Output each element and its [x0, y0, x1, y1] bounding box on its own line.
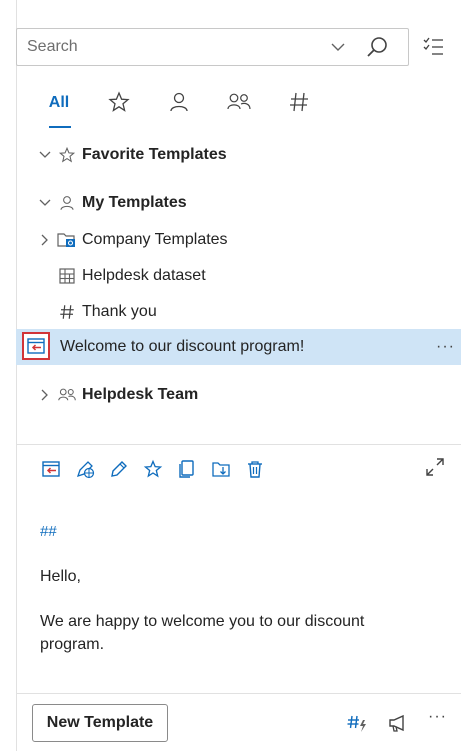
move-button[interactable] [210, 458, 232, 480]
star-icon [56, 144, 78, 166]
copy-button[interactable] [176, 458, 198, 480]
share-edit-button[interactable] [74, 458, 96, 480]
edit-icon [111, 461, 127, 477]
search-icon[interactable] [365, 34, 391, 60]
insert-button[interactable] [40, 458, 62, 480]
search-box[interactable] [16, 28, 409, 66]
item-label: Company Templates [82, 231, 228, 248]
person-icon [170, 92, 188, 112]
star-icon [108, 91, 130, 112]
expand-icon[interactable] [424, 456, 446, 478]
tab-all[interactable]: All [46, 84, 72, 130]
chevron-right-icon[interactable] [34, 377, 56, 413]
people-icon [56, 384, 78, 406]
insert-template-icon [27, 338, 45, 354]
template-toolbar [40, 455, 278, 483]
tab-favorites[interactable] [106, 84, 132, 130]
favorite-icon [143, 459, 163, 478]
favorite-button[interactable] [142, 458, 164, 480]
delete-icon [248, 461, 262, 478]
person-icon [56, 192, 78, 214]
template-preview: ## Hello, We are happy to welcome you to… [40, 520, 420, 656]
table-icon [56, 265, 78, 287]
favorite-templates-group[interactable]: Favorite Templates [16, 137, 461, 173]
group-label: Helpdesk Team [82, 386, 199, 403]
preview-hashtags: ## [40, 523, 57, 540]
insert-icon [42, 461, 60, 477]
more-options-button[interactable]: ··· [436, 329, 455, 365]
preview-greeting: Hello, [40, 568, 81, 585]
divider [16, 444, 461, 445]
tab-team-templates[interactable] [226, 84, 252, 130]
preview-body: We are happy to welcome you to our disco… [40, 613, 365, 653]
chevron-right-icon[interactable] [34, 222, 56, 258]
hash-icon [290, 92, 308, 112]
divider [16, 693, 461, 694]
folder-company-templates[interactable]: Company Templates [16, 222, 461, 258]
hash-icon [56, 301, 78, 323]
megaphone-icon[interactable] [386, 712, 408, 734]
template-thank-you[interactable]: Thank you [16, 294, 461, 330]
delete-button[interactable] [244, 458, 266, 480]
item-label: Welcome to our discount program! [60, 338, 305, 355]
my-templates-group[interactable]: My Templates [16, 185, 461, 221]
chevron-down-icon[interactable] [327, 35, 349, 59]
chevron-down-icon[interactable] [34, 185, 56, 221]
new-template-button[interactable]: New Template [32, 704, 168, 742]
helpdesk-team-group[interactable]: Helpdesk Team [16, 377, 461, 413]
search-input[interactable] [17, 29, 317, 65]
move-icon [212, 462, 230, 477]
share-edit-icon [76, 461, 95, 479]
item-label: Thank you [82, 303, 157, 320]
people-icon [227, 93, 251, 110]
group-label: Favorite Templates [82, 146, 227, 163]
template-helpdesk-dataset[interactable]: Helpdesk dataset [16, 258, 461, 294]
tab-my-templates[interactable] [166, 84, 192, 130]
folder-outlook-icon [56, 229, 78, 251]
more-options-button[interactable]: ··· [428, 708, 447, 726]
template-welcome-discount[interactable]: Welcome to our discount program! ··· [16, 329, 461, 365]
filter-tabs: All [32, 84, 432, 130]
insert-template-button[interactable] [22, 332, 50, 360]
tab-hashtags[interactable] [286, 84, 312, 130]
group-label: My Templates [82, 194, 187, 211]
hashtag-lightning-icon[interactable] [346, 712, 368, 734]
copy-icon [179, 460, 194, 478]
item-label: Helpdesk dataset [82, 267, 206, 284]
chevron-down-icon[interactable] [34, 137, 56, 173]
filter-list-icon[interactable] [420, 34, 446, 60]
edit-button[interactable] [108, 458, 130, 480]
